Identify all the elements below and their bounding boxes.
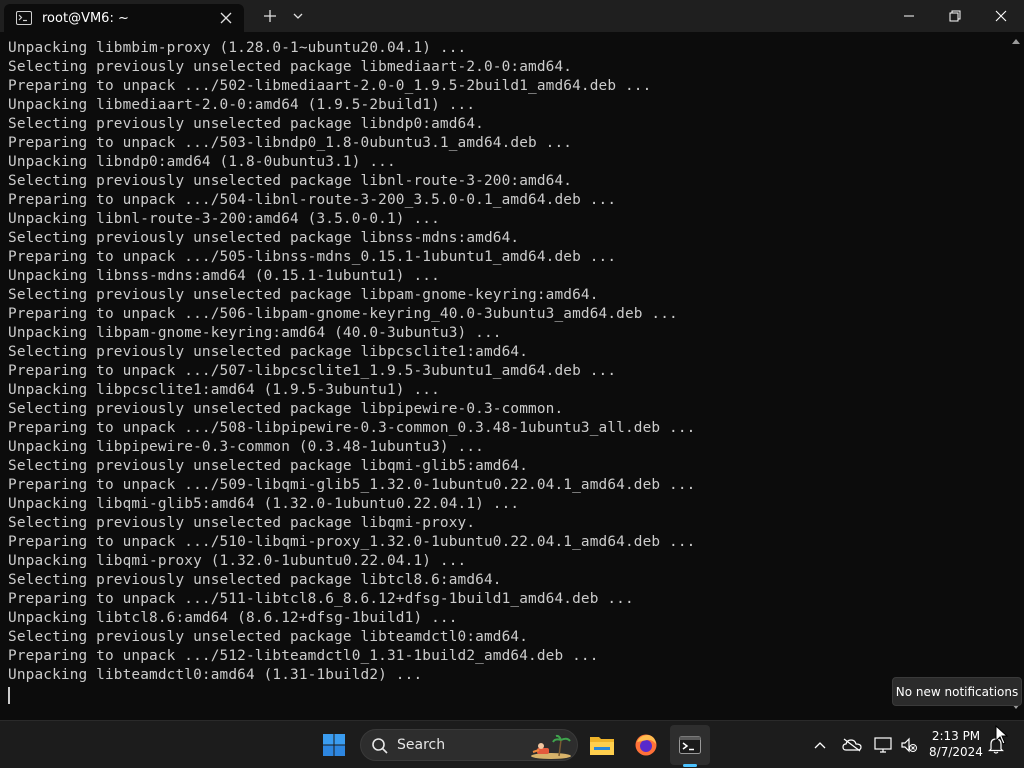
terminal-line: Unpacking libnss-mdns:amd64 (0.15.1-1ubu… [8, 268, 440, 284]
search-highlight-icon [531, 734, 571, 759]
restore-button[interactable] [932, 0, 978, 32]
close-icon[interactable] [218, 10, 234, 26]
terminal-line: Selecting previously unselected package … [8, 287, 599, 303]
network-icon [874, 737, 892, 753]
taskbar: Search 2:13 PM 8/7/2024 [0, 720, 1024, 768]
terminal-line: Selecting previously unselected package … [8, 629, 529, 645]
terminal-line: Preparing to unpack .../503-libndp0_1.8-… [8, 135, 573, 151]
network-button[interactable] [871, 733, 895, 757]
terminal-line: Selecting previously unselected package … [8, 173, 573, 189]
terminal-line: Preparing to unpack .../502-libmediaart-… [8, 78, 652, 94]
terminal-line: Unpacking libpcsclite1:amd64 (1.9.5-3ubu… [8, 382, 440, 398]
file-explorer-button[interactable] [582, 725, 622, 765]
system-clock[interactable]: 2:13 PM 8/7/2024 [924, 728, 988, 760]
chevron-up-icon [814, 742, 826, 749]
title-bar: root@VM6: ~ [0, 0, 1024, 32]
active-app-indicator [683, 764, 697, 767]
terminal-line: Selecting previously unselected package … [8, 572, 502, 588]
terminal-line: Unpacking libpam-gnome-keyring:amd64 (40… [8, 325, 502, 341]
terminal-line: Preparing to unpack .../506-libpam-gnome… [8, 306, 678, 322]
terminal-line: Preparing to unpack .../511-libtcl8.6_8.… [8, 591, 634, 607]
text-cursor [8, 687, 10, 704]
terminal-line: Preparing to unpack .../504-libnl-route-… [8, 192, 617, 208]
volume-button[interactable] [897, 733, 921, 757]
terminal-line: Selecting previously unselected package … [8, 401, 564, 417]
minimize-icon [904, 15, 914, 17]
minimize-button[interactable] [886, 0, 932, 32]
firefox-icon [635, 734, 657, 756]
terminal-line: Selecting previously unselected package … [8, 59, 573, 75]
terminal-lines: Unpacking libmbim-proxy (1.28.0-1~ubuntu… [8, 39, 695, 685]
tab-title: root@VM6: ~ [42, 10, 129, 26]
terminal-line: Unpacking libtcl8.6:amd64 (8.6.12+dfsg-1… [8, 610, 458, 626]
restore-icon [949, 10, 961, 22]
scroll-up-icon[interactable] [1012, 38, 1020, 44]
plus-icon[interactable] [262, 8, 278, 24]
tab-root-vm6[interactable]: root@VM6: ~ [4, 4, 244, 32]
taskbar-search[interactable]: Search [360, 729, 578, 761]
terminal-line: Selecting previously unselected package … [8, 458, 529, 474]
volume-muted-icon [901, 737, 917, 753]
mouse-pointer-icon [995, 725, 1009, 745]
clock-time: 2:13 PM [931, 729, 981, 743]
terminal-line: Unpacking libmediaart-2.0-0:amd64 (1.9.5… [8, 97, 476, 113]
terminal-line: Selecting previously unselected package … [8, 515, 476, 531]
terminal-icon [16, 11, 32, 25]
onedrive-button[interactable] [840, 733, 864, 757]
terminal-line: Preparing to unpack .../512-libteamdctl0… [8, 648, 599, 664]
terminal-line: Selecting previously unselected package … [8, 116, 484, 132]
terminal-button[interactable] [670, 725, 710, 765]
terminal-line: Preparing to unpack .../505-libnss-mdns_… [8, 249, 617, 265]
terminal-line: Selecting previously unselected package … [8, 344, 529, 360]
terminal-output[interactable]: Unpacking libmbim-proxy (1.28.0-1~ubuntu… [0, 32, 1008, 720]
terminal-line: Unpacking libqmi-proxy (1.32.0-1ubuntu0.… [8, 553, 467, 569]
show-hidden-icons-button[interactable] [808, 733, 832, 757]
close-window-button[interactable] [978, 0, 1024, 32]
search-label: Search [397, 737, 446, 753]
firefox-button[interactable] [626, 725, 666, 765]
file-explorer-icon [590, 737, 614, 755]
start-icon [323, 734, 345, 756]
terminal-line: Unpacking libmbim-proxy (1.28.0-1~ubuntu… [8, 40, 467, 56]
notification-tooltip: No new notifications [892, 677, 1022, 706]
terminal-line: Unpacking libqmi-glib5:amd64 (1.32.0-1ub… [8, 496, 520, 512]
search-icon [372, 738, 388, 754]
terminal-line: Selecting previously unselected package … [8, 230, 520, 246]
terminal-line: Unpacking libpipewire-0.3-common (0.3.48… [8, 439, 484, 455]
terminal-line: Unpacking libnl-route-3-200:amd64 (3.5.0… [8, 211, 440, 227]
close-icon [995, 10, 1007, 22]
onedrive-icon [842, 738, 862, 752]
terminal-icon [679, 736, 701, 754]
terminal-line: Preparing to unpack .../510-libqmi-proxy… [8, 534, 696, 550]
terminal-line: Unpacking libndp0:amd64 (1.8-0ubuntu3.1)… [8, 154, 396, 170]
scrollbar[interactable] [1008, 32, 1024, 720]
start-button[interactable] [314, 725, 354, 765]
terminal-line: Preparing to unpack .../508-libpipewire-… [8, 420, 696, 436]
terminal-line: Preparing to unpack .../509-libqmi-glib5… [8, 477, 696, 493]
terminal-line: Unpacking libteamdctl0:amd64 (1.31-1buil… [8, 667, 423, 683]
chevron-down-icon[interactable] [292, 10, 304, 22]
clock-date: 8/7/2024 [929, 745, 983, 759]
terminal-line: Preparing to unpack .../507-libpcsclite1… [8, 363, 617, 379]
